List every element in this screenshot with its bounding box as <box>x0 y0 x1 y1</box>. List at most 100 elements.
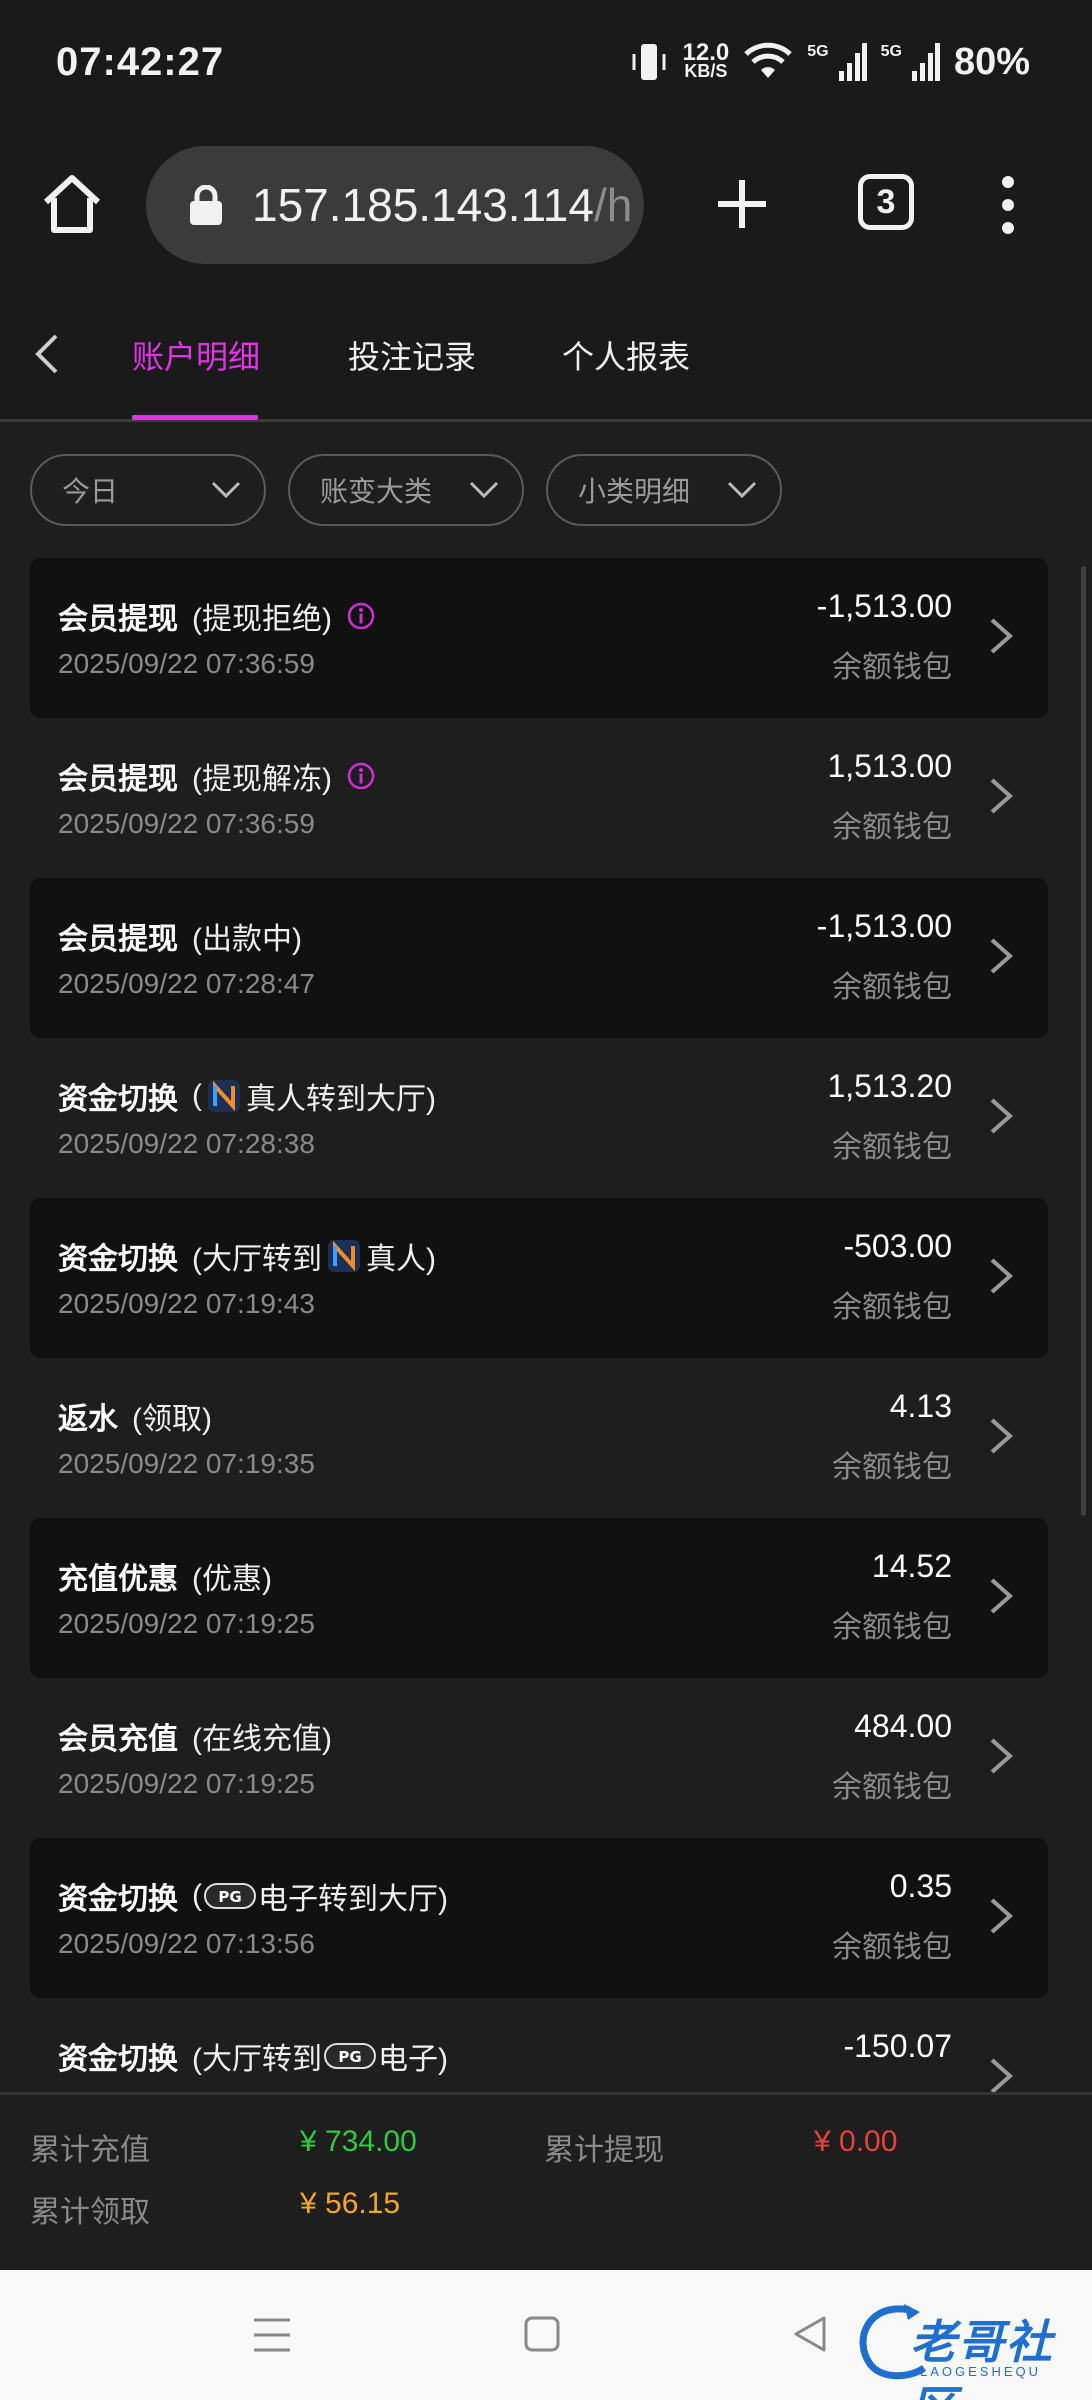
back-arrow-icon[interactable] <box>30 332 66 376</box>
tab-switcher-button[interactable]: 3 <box>858 174 914 230</box>
chevron-right-icon <box>990 778 1014 814</box>
total-claim-label: 累计领取 <box>30 2196 150 2229</box>
transaction-title: 返水 (领取) <box>58 1394 212 1438</box>
transaction-wallet: 余额钱包 <box>832 1611 952 1644</box>
transaction-subtype: (出款中) <box>192 923 302 956</box>
status-bar: 07:42:27 12.0 KB/S 5G 5G 80% <box>0 0 1092 130</box>
back-button-icon[interactable] <box>792 2314 828 2354</box>
transaction-wallet: 余额钱包 <box>832 811 952 844</box>
wifi-icon <box>744 42 792 78</box>
transaction-subtype: (大厅转到 PG 电子) <box>192 2043 448 2076</box>
total-recharge-label: 累计充值 <box>30 2134 150 2167</box>
pg-electronic-logo-icon: PG <box>324 2043 376 2069</box>
vibrate-icon <box>632 44 666 80</box>
transaction-row[interactable]: 会员提现 (提现拒绝) 2025/09/22 07:36:59 -1,513.00 余额… <box>30 558 1048 718</box>
chevron-right-icon <box>990 618 1014 654</box>
transaction-type: 资金切换 <box>58 1083 178 1116</box>
transaction-row[interactable]: 资金切换 (大厅转到 真人) 2025/09/22 07:19:43 -503.00 余额… <box>30 1198 1048 1358</box>
transaction-type: 会员提现 <box>58 763 178 796</box>
transaction-subtype: (提现拒绝) <box>192 603 332 636</box>
transaction-amount: -150.07 <box>843 2028 952 2064</box>
transaction-subtype: (优惠) <box>192 1563 272 1596</box>
date-filter-dropdown[interactable]: 今日 <box>30 454 266 526</box>
transaction-wallet: 余额钱包 <box>832 1291 952 1324</box>
battery-level: 80% <box>953 40 1030 83</box>
transaction-row[interactable]: 充值优惠 (优惠) 2025/09/22 07:19:25 14.52 余额钱包 <box>30 1518 1048 1678</box>
transaction-date: 2025/09/22 07:36:59 <box>58 808 315 839</box>
svg-text:PG: PG <box>218 1888 241 1906</box>
transaction-amount: 1,513.00 <box>827 748 952 784</box>
transaction-type: 资金切换 <box>58 1883 178 1916</box>
transaction-title: 会员提现 (提现解冻) <box>58 754 376 798</box>
scrollbar[interactable] <box>1081 566 1086 1516</box>
transaction-amount: 14.52 <box>871 1548 952 1584</box>
transaction-row[interactable]: 返水 (领取) 2025/09/22 07:19:35 4.13 余额钱包 <box>30 1358 1048 1518</box>
filter-bar: 今日 账变大类 小类明细 <box>0 422 1092 540</box>
transaction-title: 会员提现 (提现拒绝) <box>58 594 376 638</box>
transaction-title: 充值优惠 (优惠) <box>58 1554 272 1598</box>
watermark-logo: 老哥社区 LAOGESHEQU <box>850 2298 1080 2400</box>
chevron-right-icon <box>990 938 1014 974</box>
transaction-amount: 0.35 <box>889 1868 952 1904</box>
chevron-right-icon <box>990 1258 1014 1294</box>
transaction-list: 会员提现 (提现拒绝) 2025/09/22 07:36:59 -1,513.00 余额… <box>0 540 1092 2092</box>
transaction-subtype: (真人转到大厅) <box>192 1079 436 1116</box>
transaction-row[interactable]: 会员提现 (提现解冻) 2025/09/22 07:36:59 1,513.00 余额钱… <box>30 718 1048 878</box>
transaction-type: 资金切换 <box>58 2043 178 2076</box>
transaction-type: 会员提现 <box>58 923 178 956</box>
lock-icon <box>190 185 222 225</box>
recent-apps-icon[interactable] <box>252 2316 292 2354</box>
chevron-down-icon <box>727 481 757 499</box>
transaction-date: 2025/09/22 07:28:38 <box>58 1128 315 1159</box>
transaction-date: 2025/09/22 07:19:35 <box>58 1448 315 1479</box>
home-button-icon[interactable] <box>524 2316 560 2352</box>
subcategory-filter-dropdown[interactable]: 小类明细 <box>546 454 782 526</box>
transaction-type: 返水 <box>58 1403 118 1436</box>
total-withdraw-value: ¥ 0.00 <box>814 2125 898 2158</box>
transaction-amount: 4.13 <box>889 1388 952 1424</box>
transaction-title: 会员提现 (出款中) <box>58 914 302 958</box>
transaction-wallet: 余额钱包 <box>832 971 952 1004</box>
chevron-down-icon <box>211 481 241 499</box>
transaction-row[interactable]: 资金切换 (大厅转到 PG 电子) -150.07 <box>30 1998 1048 2092</box>
watermark-text: 老哥社区 <box>910 2316 1054 2400</box>
info-icon[interactable] <box>346 761 376 791</box>
transaction-date: 2025/09/22 07:36:59 <box>58 648 315 679</box>
transaction-row[interactable]: 资金切换 (PG 电子转到大厅) 2025/09/22 07:13:56 0.35 余额钱… <box>30 1838 1048 1998</box>
transaction-amount: 1,513.20 <box>827 1068 952 1104</box>
info-icon[interactable] <box>346 601 376 631</box>
chevron-right-icon <box>990 1898 1014 1934</box>
more-menu-icon[interactable] <box>988 170 1028 240</box>
transaction-amount: -503.00 <box>843 1228 952 1264</box>
address-bar[interactable]: 157.185.143.114/h <box>146 146 644 264</box>
watermark-subtext: LAOGESHEQU <box>920 2364 1042 2379</box>
status-icons: 12.0 KB/S 5G 5G 80% <box>629 40 1030 84</box>
transaction-type: 会员充值 <box>58 1723 178 1756</box>
transaction-amount: 484.00 <box>854 1708 952 1744</box>
total-recharge-value: ¥ 734.00 <box>300 2125 417 2158</box>
transaction-date: 2025/09/22 07:19:25 <box>58 1608 315 1639</box>
home-icon[interactable] <box>40 172 104 236</box>
category-filter-dropdown[interactable]: 账变大类 <box>288 454 524 526</box>
transaction-subtype: (在线充值) <box>192 1723 332 1756</box>
transaction-row[interactable]: 资金切换 (真人转到大厅) 2025/09/22 07:28:38 1,513.20 余… <box>30 1038 1048 1198</box>
new-tab-icon[interactable] <box>710 172 774 236</box>
tab-account-details[interactable]: 账户明细 <box>132 332 260 378</box>
transaction-title: 资金切换 (PG 电子转到大厅) <box>58 1874 448 1918</box>
transaction-title: 会员充值 (在线充值) <box>58 1714 332 1758</box>
transaction-amount: -1,513.00 <box>816 908 952 944</box>
transaction-row[interactable]: 会员充值 (在线充值) 2025/09/22 07:19:25 484.00 余额钱包 <box>30 1678 1048 1838</box>
total-withdraw-label: 累计提现 <box>544 2134 664 2167</box>
tab-bet-records[interactable]: 投注记录 <box>348 332 476 378</box>
transaction-row[interactable]: 会员提现 (出款中) 2025/09/22 07:28:47 -1,513.00 余额钱… <box>30 878 1048 1038</box>
network-type-2: 5G <box>880 43 902 60</box>
transaction-date: 2025/09/22 07:19:43 <box>58 1288 315 1319</box>
tab-personal-report[interactable]: 个人报表 <box>562 332 690 378</box>
transaction-wallet: 余额钱包 <box>832 1451 952 1484</box>
browser-toolbar: 157.185.143.114/h 3 <box>0 130 1092 280</box>
transaction-date: 2025/09/22 07:19:25 <box>58 1768 315 1799</box>
url-text: 157.185.143.114/h <box>252 179 633 231</box>
network-type-1: 5G <box>807 43 829 60</box>
date-filter-label: 今日 <box>62 476 119 507</box>
active-tab-indicator <box>132 415 258 420</box>
